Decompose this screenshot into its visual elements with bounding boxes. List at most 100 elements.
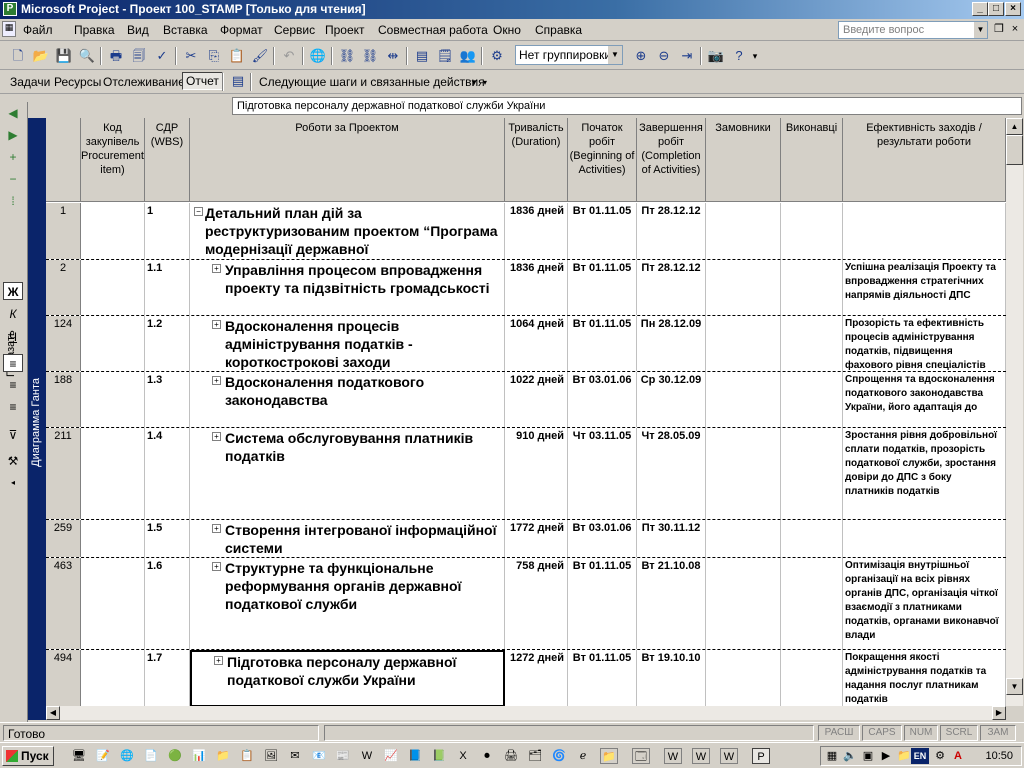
- executors-cell[interactable]: [781, 203, 843, 259]
- menu-insert[interactable]: Вставка: [163, 23, 208, 37]
- duration-cell[interactable]: 1064 дней: [505, 316, 568, 371]
- column-header-task-name[interactable]: Роботи за Проектом: [190, 118, 505, 202]
- underline-icon[interactable]: Ч: [3, 328, 23, 346]
- table-row[interactable]: 124 1.2 + Вдосконалення процесів адміністру…: [46, 316, 1006, 372]
- publish-icon[interactable]: ⚙: [487, 46, 507, 66]
- tray-icon[interactable]: ⚙: [931, 748, 949, 764]
- tray-icon[interactable]: ▣: [859, 748, 877, 764]
- quicklaunch-icon[interactable]: 📘: [406, 748, 424, 764]
- duration-cell[interactable]: 758 дней: [505, 558, 568, 649]
- menu-format[interactable]: Формат: [220, 23, 263, 37]
- row-id-cell[interactable]: 1: [46, 203, 81, 259]
- executors-cell[interactable]: [781, 558, 843, 649]
- open-folder-icon[interactable]: 📂: [31, 46, 51, 66]
- quicklaunch-icon[interactable]: 📁: [214, 748, 232, 764]
- quicklaunch-icon[interactable]: 🖼: [262, 748, 280, 764]
- start-date-cell[interactable]: Вт 01.11.05: [568, 558, 637, 649]
- task-name-cell[interactable]: − Детальний план дій за реструктуризовани…: [190, 203, 505, 259]
- effectiveness-cell[interactable]: Зростання рівня добровільної сплати пода…: [843, 428, 1006, 519]
- table-row[interactable]: 463 1.6 + Структурне та функціональне рефор…: [46, 558, 1006, 650]
- finish-date-cell[interactable]: Пт 28.12.12: [637, 260, 706, 315]
- quicklaunch-icon[interactable]: 📈: [382, 748, 400, 764]
- menu-collaborate[interactable]: Совместная работа: [378, 23, 488, 37]
- task-button-project-icon[interactable]: P: [752, 748, 770, 764]
- vertical-scrollbar[interactable]: ▲ ▼: [1006, 118, 1023, 706]
- menu-window[interactable]: Окно: [493, 23, 521, 37]
- quicklaunch-icon[interactable]: ℯ: [574, 748, 592, 764]
- quicklaunch-icon[interactable]: 📰: [334, 748, 352, 764]
- quicklaunch-icon[interactable]: 🌐: [118, 748, 136, 764]
- executors-cell[interactable]: [781, 428, 843, 519]
- media-icon[interactable]: ▶: [877, 748, 895, 764]
- guide-resources-button[interactable]: Ресурсы: [54, 75, 101, 89]
- customers-cell[interactable]: [706, 372, 781, 427]
- customers-cell[interactable]: [706, 650, 781, 706]
- start-button[interactable]: Пуск: [2, 746, 54, 766]
- close-button[interactable]: ×: [1005, 2, 1021, 16]
- start-date-cell[interactable]: Вт 03.01.06: [568, 520, 637, 557]
- task-button-icon[interactable]: 📁: [600, 748, 618, 764]
- quicklaunch-icon[interactable]: 📋: [238, 748, 256, 764]
- guide-tracking-button[interactable]: Отслеживание: [103, 75, 185, 89]
- task-name-cell[interactable]: + Створення інтегрованої інформаційної си…: [190, 520, 505, 557]
- link-tasks-icon[interactable]: ⛓: [337, 46, 357, 66]
- procurement-cell[interactable]: [81, 203, 145, 259]
- table-row[interactable]: 188 1.3 + Вдосконалення податкового законод…: [46, 372, 1006, 428]
- executors-cell[interactable]: [781, 372, 843, 427]
- procurement-cell[interactable]: [81, 372, 145, 427]
- row-id-cell[interactable]: 188: [46, 372, 81, 427]
- finish-date-cell[interactable]: Пн 28.12.09: [637, 316, 706, 371]
- expand-icon[interactable]: ⁞: [3, 192, 23, 210]
- next-steps-dropdown[interactable]: Следующие шаги и связанные действия: [259, 75, 485, 89]
- quicklaunch-icon[interactable]: 🖥: [70, 748, 88, 764]
- duration-cell[interactable]: 1836 дней: [505, 260, 568, 315]
- effectiveness-cell[interactable]: [843, 203, 1006, 259]
- executors-cell[interactable]: [781, 650, 843, 706]
- copy-icon[interactable]: ⎘: [204, 46, 224, 66]
- column-header-executors[interactable]: Виконавці: [781, 118, 843, 202]
- task-notes-icon[interactable]: 🗒: [435, 46, 455, 66]
- wbs-cell[interactable]: 1.4: [145, 428, 190, 519]
- menu-project[interactable]: Проект: [325, 23, 365, 37]
- row-id-cell[interactable]: 463: [46, 558, 81, 649]
- task-button-icon[interactable]: W: [664, 748, 682, 764]
- task-name-cell[interactable]: + Вдосконалення процесів адміністрування …: [190, 316, 505, 371]
- guide-report-button[interactable]: Отчет: [182, 72, 223, 90]
- task-button-icon[interactable]: W: [720, 748, 738, 764]
- row-id-cell[interactable]: 211: [46, 428, 81, 519]
- start-date-cell[interactable]: Вт 01.11.05: [568, 260, 637, 315]
- row-id-cell[interactable]: 2: [46, 260, 81, 315]
- customers-cell[interactable]: [706, 428, 781, 519]
- align-right-icon[interactable]: ≡: [3, 398, 23, 416]
- menu-tools[interactable]: Сервис: [274, 23, 315, 37]
- finish-date-cell[interactable]: Чт 28.05.09: [637, 428, 706, 519]
- unlink-tasks-icon[interactable]: ⛓: [360, 46, 380, 66]
- entry-field[interactable]: Підготовка персоналу державної податково…: [232, 97, 1022, 115]
- save-icon[interactable]: 💾: [54, 46, 74, 66]
- customers-cell[interactable]: [706, 558, 781, 649]
- column-header-effectiveness[interactable]: Ефективність заходів / результати роботи: [843, 118, 1006, 202]
- chevron-down-icon[interactable]: ▼: [470, 78, 478, 87]
- duration-cell[interactable]: 1022 дней: [505, 372, 568, 427]
- finish-date-cell[interactable]: Пт 28.12.12: [637, 203, 706, 259]
- minimize-button[interactable]: _: [972, 2, 988, 16]
- table-row[interactable]: 211 1.4 + Система обслуговування платників …: [46, 428, 1006, 520]
- executors-cell[interactable]: [781, 520, 843, 557]
- tray-icon[interactable]: ▦: [823, 748, 841, 764]
- language-indicator[interactable]: EN: [911, 748, 929, 764]
- customers-cell[interactable]: [706, 316, 781, 371]
- table-row[interactable]: 1 1− Детальний план дій за реструктуризова…: [46, 203, 1006, 260]
- toolbar-options-icon[interactable]: ◂: [3, 474, 23, 492]
- undo-icon[interactable]: ↶: [279, 46, 299, 66]
- plus-icon[interactable]: +: [3, 148, 23, 166]
- menu-edit[interactable]: Правка: [74, 23, 115, 37]
- start-date-cell[interactable]: Вт 01.11.05: [568, 650, 637, 706]
- quicklaunch-icon[interactable]: 🗂: [526, 748, 544, 764]
- procurement-cell[interactable]: [81, 260, 145, 315]
- toolbar-options-icon[interactable]: ▾: [750, 46, 760, 66]
- finish-date-cell[interactable]: Ср 30.12.09: [637, 372, 706, 427]
- gantt-wizard-icon[interactable]: ⚒: [3, 452, 23, 470]
- quicklaunch-icon[interactable]: 📧: [310, 748, 328, 764]
- help-icon[interactable]: ?: [729, 46, 749, 66]
- arrow-right-icon[interactable]: ▶: [3, 126, 23, 144]
